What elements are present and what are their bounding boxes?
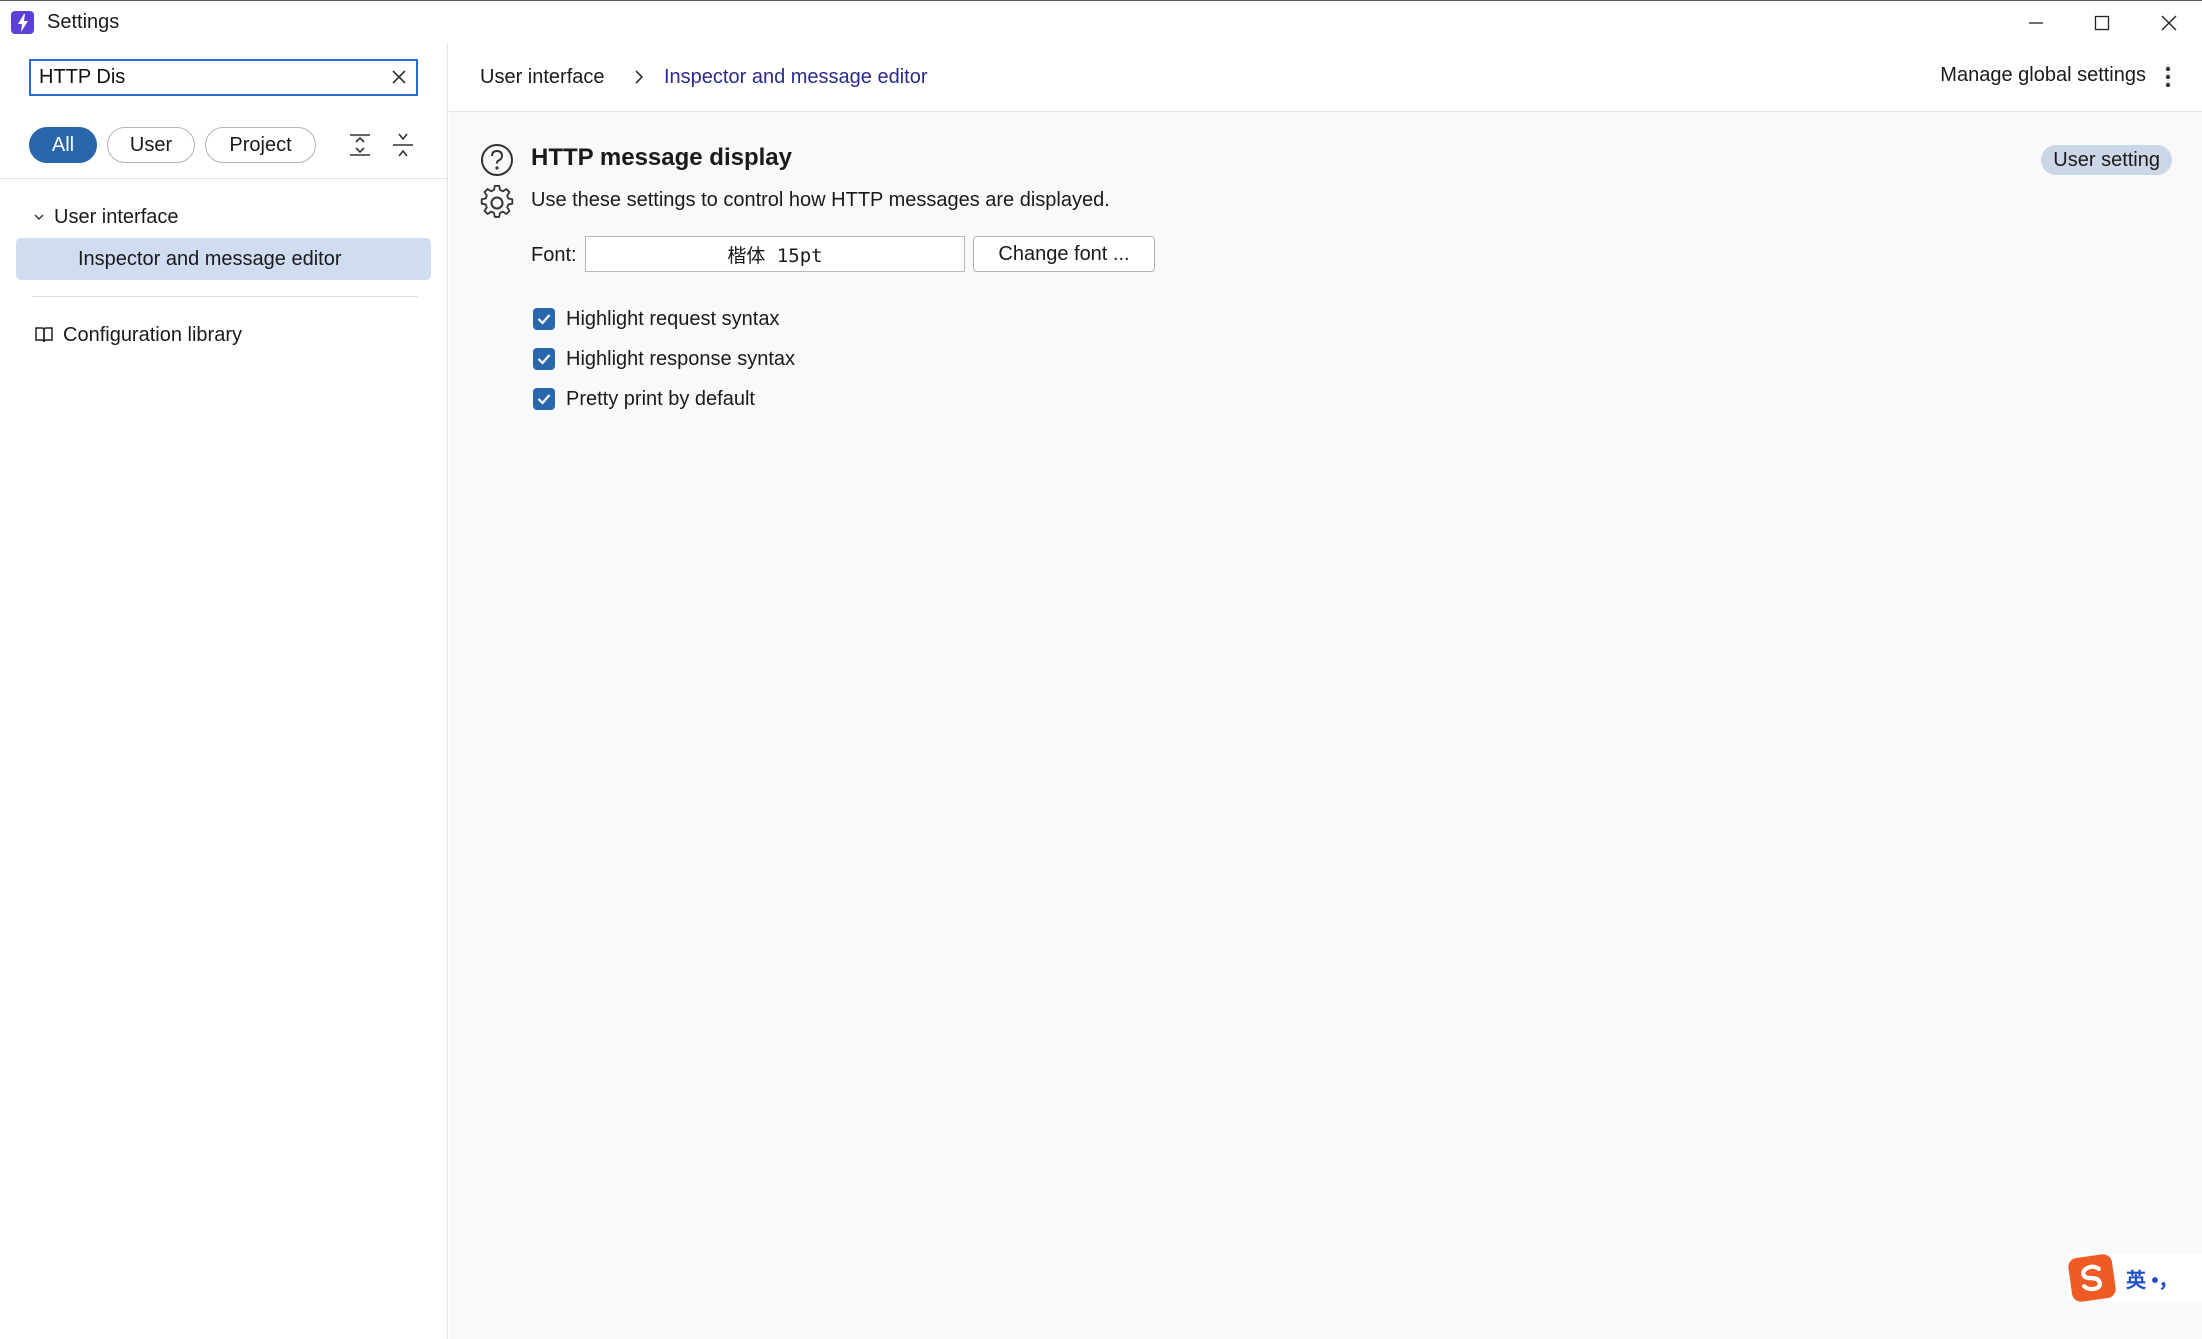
divider — [0, 178, 448, 179]
filter-all[interactable]: All — [29, 127, 97, 163]
divider — [32, 296, 418, 297]
change-font-button[interactable]: Change font ... — [973, 236, 1155, 272]
gear-icon[interactable] — [479, 185, 515, 221]
collapse-all-icon[interactable] — [390, 132, 416, 158]
help-icon[interactable] — [479, 142, 515, 178]
settings-sidebar: All User Project User interface Inspecto… — [0, 44, 448, 1339]
more-options-icon[interactable] — [2164, 63, 2172, 91]
scope-filter: All User Project — [29, 127, 429, 163]
tree-item-label: Inspector and message editor — [78, 247, 342, 270]
check-icon — [537, 394, 551, 405]
font-display-field: 楷体 15pt — [585, 236, 965, 272]
section-description: Use these settings to control how HTTP m… — [531, 189, 1110, 211]
tree-item-inspector-and-message-editor[interactable]: Inspector and message editor — [16, 238, 431, 280]
section-title: HTTP message display — [531, 144, 792, 171]
check-icon — [537, 354, 551, 365]
maximize-icon — [2094, 15, 2110, 31]
option-label: Highlight request syntax — [566, 307, 780, 330]
search-input[interactable] — [31, 61, 371, 94]
highlight-response-syntax-option[interactable]: Highlight response syntax — [533, 345, 795, 373]
highlight-request-syntax-option[interactable]: Highlight request syntax — [533, 305, 779, 333]
maximize-button[interactable] — [2069, 1, 2135, 45]
sogou-ime-icon — [2067, 1253, 2117, 1303]
checkbox-checked[interactable] — [533, 348, 555, 370]
minimize-button[interactable] — [2003, 1, 2069, 45]
check-icon — [537, 314, 551, 325]
breadcrumb-user-interface[interactable]: User interface — [480, 66, 605, 89]
close-icon — [2161, 15, 2177, 31]
title-bar: Settings — [0, 0, 2202, 44]
configuration-library-label: Configuration library — [63, 323, 242, 346]
chevron-right-icon — [635, 70, 644, 84]
pretty-print-by-default-option[interactable]: Pretty print by default — [533, 385, 755, 413]
tree-item-label: User interface — [54, 205, 179, 228]
option-label: Pretty print by default — [566, 387, 755, 410]
expand-all-icon[interactable] — [347, 132, 373, 158]
window-title: Settings — [47, 11, 120, 33]
lightning-icon — [11, 11, 34, 34]
book-icon — [35, 327, 53, 343]
chevron-down-icon[interactable] — [32, 210, 46, 224]
checkbox-checked[interactable] — [533, 388, 555, 410]
close-window-button[interactable] — [2136, 1, 2202, 45]
filter-user[interactable]: User — [107, 127, 195, 163]
option-label: Highlight response syntax — [566, 347, 796, 370]
breadcrumb-current: Inspector and message editor — [664, 66, 928, 88]
search-box — [29, 59, 418, 96]
ime-mode-label: 英 •， — [2126, 1269, 2179, 1292]
filter-project[interactable]: Project — [205, 127, 316, 163]
user-setting-badge: User setting — [2041, 145, 2172, 175]
font-label: Font: — [531, 244, 577, 266]
header-bar: User interface Inspector and message edi… — [449, 44, 2202, 112]
clear-search-icon[interactable] — [390, 68, 408, 86]
settings-content: User interface Inspector and message edi… — [449, 44, 2202, 1339]
checkbox-checked[interactable] — [533, 308, 555, 330]
manage-global-settings-link[interactable]: Manage global settings — [1940, 64, 2146, 87]
ime-indicator[interactable]: 英 •， — [2067, 1253, 2202, 1303]
configuration-library-link[interactable]: Configuration library — [34, 320, 242, 350]
minimize-icon — [2029, 22, 2043, 24]
tree-item-user-interface[interactable]: User interface — [32, 202, 179, 232]
